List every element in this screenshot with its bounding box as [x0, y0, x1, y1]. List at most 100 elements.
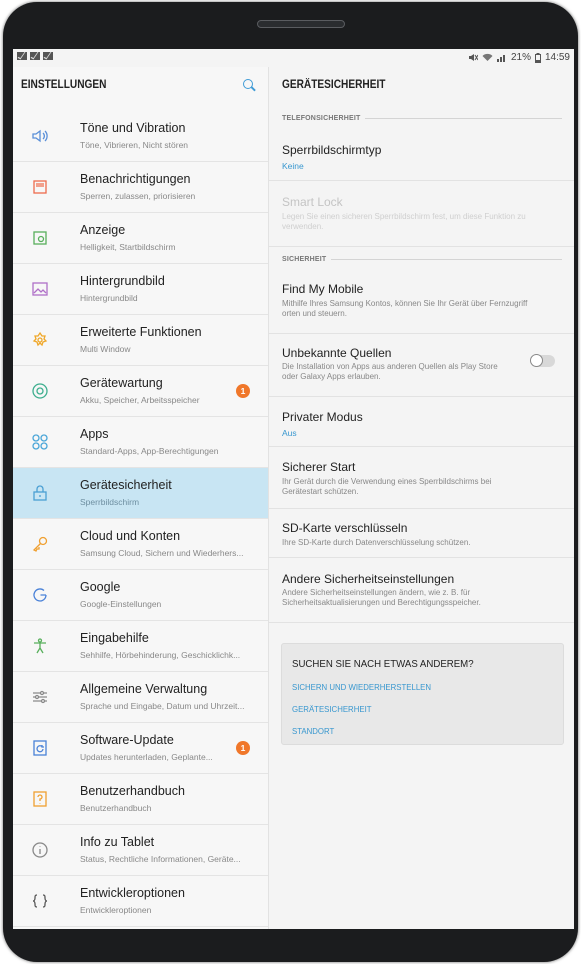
device-security-pane: GERÄTESICHERHEIT TELEFONSICHERHEIT Sperr… — [269, 67, 574, 929]
other-security-settings-title: Andere Sicherheitseinstellungen — [282, 572, 455, 586]
sidebar-item-subtitle: Benutzerhandbuch — [80, 803, 152, 813]
sidebar-item-subtitle: Multi Window — [80, 344, 131, 354]
sidebar-item-label: Benachrichtigungen — [80, 172, 191, 186]
find-my-mobile-item[interactable]: Find My Mobile Mithilfe Ihres Samsung Ko… — [269, 272, 574, 334]
sidebar-item-label: Cloud und Konten — [80, 529, 181, 543]
sidebar-item-subtitle: Sperren, zulassen, priorisieren — [80, 191, 196, 201]
sidebar-item-anzeige[interactable]: Anzeige Helligkeit, Startbildschirm — [13, 213, 268, 264]
sidebar-item-benutzerhandbuch[interactable]: Benutzerhandbuch Benutzerhandbuch — [13, 774, 268, 825]
google-icon — [31, 586, 49, 604]
private-mode-item[interactable]: Privater Modus Aus — [269, 397, 574, 447]
sidebar-item-gerätewartung[interactable]: Gerätewartung Akku, Speicher, Arbeitsspei… — [13, 366, 268, 417]
encrypt-sd-card-subtitle: Ihre SD-Karte durch Datenverschlüsselung… — [282, 538, 471, 547]
tablet-frame: 21% 14:59 EINSTELLUNGEN Töne und Vibrati… — [3, 2, 578, 962]
sidebar-item-subtitle: Töne, Vibrieren, Nicht stören — [80, 140, 189, 150]
email-notification-icon — [43, 52, 53, 60]
encrypt-sd-card-item[interactable]: SD-Karte verschlüsseln Ihre SD-Karte dur… — [269, 509, 574, 558]
sidebar-item-töne-und-vibration[interactable]: Töne und Vibration Töne, Vibrieren, Nicht… — [13, 111, 268, 162]
sidebar-item-label: Töne und Vibration — [80, 121, 186, 135]
display-icon — [31, 229, 49, 247]
suggestion-link-backup[interactable]: SICHERN UND WIEDERHERSTELLEN — [292, 682, 431, 692]
section-security: SICHERHEIT — [282, 256, 562, 263]
sidebar-item-label: Hintergrundbild — [80, 274, 165, 288]
private-mode-value: Aus — [282, 428, 297, 438]
sidebar-item-software-update[interactable]: Software-Update Updates herunterladen, Ge… — [13, 723, 268, 774]
sidebar-item-label: Allgemeine Verwaltung — [80, 682, 208, 696]
sidebar-item-subtitle: Akku, Speicher, Arbeitsspeicher — [80, 395, 200, 405]
sidebar-item-gerätesicherheit[interactable]: Gerätesicherheit Sperrbildschirm — [13, 468, 268, 519]
lock-screen-type-item[interactable]: Sperrbildschirmtyp Keine — [269, 131, 574, 181]
speaker-icon — [31, 127, 49, 145]
battery-icon — [534, 52, 541, 63]
notification-badge: 1 — [236, 384, 250, 398]
sidebar-item-erweiterte-funktionen[interactable]: Erweiterte Funktionen Multi Window — [13, 315, 268, 366]
secure-startup-title: Sicherer Start — [282, 460, 356, 474]
device-maintenance-icon — [31, 382, 49, 400]
wifi-icon — [482, 53, 493, 61]
status-bar: 21% 14:59 — [13, 49, 574, 67]
sidebar-item-subtitle: Sperrbildschirm — [80, 497, 140, 507]
encrypt-sd-card-title: SD-Karte verschlüsseln — [282, 521, 408, 535]
sidebar-item-apps[interactable]: Apps Standard-Apps, App-Berechtigungen — [13, 417, 268, 468]
sidebar-item-hintergrundbild[interactable]: Hintergrundbild Hintergrundbild — [13, 264, 268, 315]
advanced-features-icon — [31, 331, 49, 349]
suggestions-card: SUCHEN SIE NACH ETWAS ANDEREM? SICHERN U… — [281, 643, 564, 745]
sidebar-item-label: Software-Update — [80, 733, 174, 747]
lock-icon — [31, 484, 49, 502]
sidebar-item-subtitle: Helligkeit, Startbildschirm — [80, 242, 176, 252]
detail-header: GERÄTESICHERHEIT — [282, 67, 400, 103]
sidebar-item-label: Gerätesicherheit — [80, 478, 172, 492]
sidebar-item-label: Google — [80, 580, 121, 594]
lock-screen-type-title: Sperrbildschirmtyp — [282, 143, 382, 157]
sidebar-item-entwickleroptionen[interactable]: Entwickleroptionen Entwickleroptionen — [13, 876, 268, 927]
sidebar-item-subtitle: Standard-Apps, App-Berechtigungen — [80, 446, 219, 456]
sidebar-item-label: Entwickleroptionen — [80, 886, 185, 900]
sidebar-item-benachrichtigungen[interactable]: Benachrichtigungen Sperren, zulassen, pri… — [13, 162, 268, 213]
sidebar-item-allgemeine-verwaltung[interactable]: Allgemeine Verwaltung Sprache und Eingabe… — [13, 672, 268, 723]
sidebar-item-eingabehilfe[interactable]: Eingabehilfe Sehhilfe, Hörbehinderung, Ge… — [13, 621, 268, 672]
smart-lock-title: Smart Lock — [282, 195, 343, 209]
unknown-sources-item[interactable]: Unbekannte Quellen Die Installation von … — [269, 334, 574, 397]
wallpaper-icon — [31, 280, 49, 298]
signal-icon — [496, 55, 505, 62]
detail-title: GERÄTESICHERHEIT — [282, 79, 386, 91]
settings-menu: Töne und Vibration Töne, Vibrieren, Nicht… — [13, 111, 268, 927]
smart-lock-subtitle: Legen Sie einen sicheren Sperrbildschirm… — [282, 212, 526, 231]
other-security-settings-subtitle: Andere Sicherheitseinstellungen ändern, … — [282, 588, 481, 607]
suggestions-heading: SUCHEN SIE NACH ETWAS ANDEREM? — [292, 658, 474, 670]
secure-startup-item[interactable]: Sicherer Start Ihr Gerät durch die Verwe… — [269, 447, 574, 509]
sidebar-item-google[interactable]: Google Google-Einstellungen — [13, 570, 268, 621]
sidebar-item-subtitle: Updates herunterladen, Geplante... — [80, 752, 213, 762]
other-security-settings-item[interactable]: Andere Sicherheitseinstellungen Andere S… — [269, 558, 574, 623]
find-my-mobile-subtitle: Mithilfe Ihres Samsung Kontos, können Si… — [282, 299, 528, 318]
sidebar-item-info-zu-tablet[interactable]: Info zu Tablet Status, Rechtliche Informa… — [13, 825, 268, 876]
sidebar-item-subtitle: Entwickleroptionen — [80, 905, 152, 915]
software-update-icon — [31, 739, 49, 757]
sidebar-item-label: Erweiterte Funktionen — [80, 325, 202, 339]
sidebar-item-label: Info zu Tablet — [80, 835, 155, 849]
sidebar-item-subtitle: Google-Einstellungen — [80, 599, 162, 609]
search-icon[interactable] — [242, 78, 256, 92]
sidebar-item-subtitle: Samsung Cloud, Sichern und Wiederhers... — [80, 548, 244, 558]
suggestion-link-device-security[interactable]: GERÄTESICHERHEIT — [292, 704, 372, 714]
sidebar-item-label: Eingabehilfe — [80, 631, 149, 645]
section-phone-security: TELEFONSICHERHEIT — [282, 115, 562, 122]
settings-title: EINSTELLUNGEN — [21, 79, 107, 91]
private-mode-title: Privater Modus — [282, 410, 363, 424]
smart-lock-item: Smart Lock Legen Sie einen sicheren Sper… — [269, 181, 574, 247]
suggestion-link-location[interactable]: STANDORT — [292, 726, 334, 736]
sidebar-item-subtitle: Hintergrundbild — [80, 293, 138, 303]
sidebar-item-subtitle: Sprache und Eingabe, Datum und Uhrzeit..… — [80, 701, 245, 711]
find-my-mobile-title: Find My Mobile — [282, 282, 364, 296]
unknown-sources-toggle[interactable] — [530, 354, 555, 367]
screen: 21% 14:59 EINSTELLUNGEN Töne und Vibrati… — [13, 49, 574, 929]
sidebar-item-subtitle: Sehhilfe, Hörbehinderung, Geschicklichk.… — [80, 650, 241, 660]
lock-screen-type-value: Keine — [282, 161, 304, 171]
sidebar-item-subtitle: Status, Rechtliche Informationen, Geräte… — [80, 854, 241, 864]
secure-startup-subtitle: Ihr Gerät durch die Verwendung eines Spe… — [282, 477, 492, 496]
settings-list-pane: EINSTELLUNGEN Töne und Vibration Töne, Vi… — [13, 67, 268, 929]
sidebar-item-label: Anzeige — [80, 223, 126, 237]
sidebar-item-cloud-und-konten[interactable]: Cloud und Konten Samsung Cloud, Sichern u… — [13, 519, 268, 570]
mute-icon — [468, 54, 478, 61]
apps-icon — [31, 433, 49, 451]
